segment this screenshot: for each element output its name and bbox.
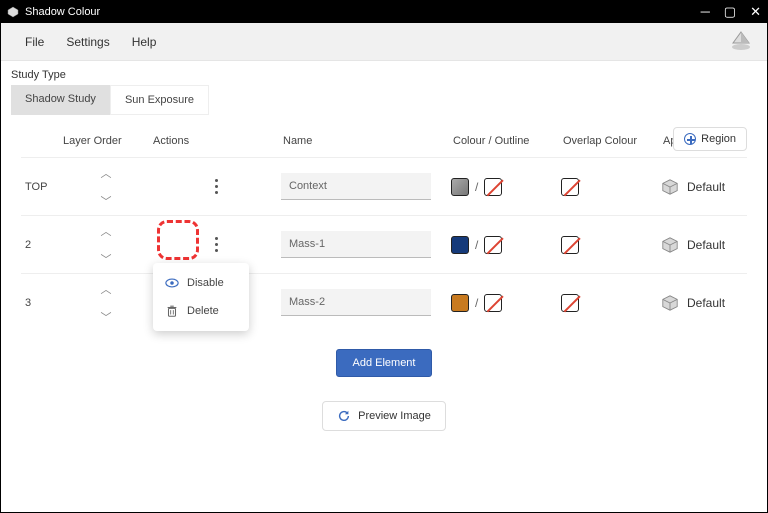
overlap-swatch[interactable] — [561, 294, 579, 312]
preview-image-label: Preview Image — [358, 410, 431, 422]
add-element-button[interactable]: Add Element — [336, 349, 433, 377]
popup-disable[interactable]: Disable — [153, 269, 249, 297]
move-down-icon[interactable]: ﹀ — [101, 193, 112, 209]
study-type-label: Study Type — [1, 61, 767, 85]
move-up-icon[interactable]: ︿ — [101, 281, 112, 297]
app-logo-icon — [729, 29, 753, 53]
move-up-icon[interactable]: ︿ — [101, 165, 112, 181]
trash-icon — [165, 304, 179, 318]
overlap-colour-group — [561, 236, 661, 254]
content-area: Layer Order Actions Name Colour / Outlin… — [1, 125, 767, 431]
row-index: TOP — [21, 181, 61, 193]
refresh-icon — [337, 409, 351, 423]
window-titlebar: Shadow Colour ─ ▢ ✕ — [1, 1, 767, 23]
slash-separator: / — [475, 296, 478, 310]
outline-swatch[interactable] — [484, 236, 502, 254]
row-index: 2 — [21, 239, 61, 251]
cube-icon — [661, 178, 679, 196]
actions-popup: Disable Delete — [153, 263, 249, 331]
menu-file[interactable]: File — [25, 35, 44, 49]
region-button[interactable]: Region — [673, 127, 747, 151]
move-down-icon[interactable]: ﹀ — [101, 309, 112, 325]
name-input[interactable] — [281, 289, 431, 316]
name-input[interactable] — [281, 173, 431, 200]
appearance-label: Default — [687, 180, 725, 194]
preview-image-button[interactable]: Preview Image — [322, 401, 446, 431]
popup-delete-label: Delete — [187, 305, 219, 317]
outline-swatch[interactable] — [484, 294, 502, 312]
appearance-cell[interactable]: Default — [661, 178, 768, 196]
move-down-icon[interactable]: ﹀ — [101, 251, 112, 267]
cube-icon — [661, 236, 679, 254]
maximize-button[interactable]: ▢ — [724, 4, 736, 20]
popup-disable-label: Disable — [187, 277, 224, 289]
actions-menu-button[interactable] — [202, 231, 230, 259]
col-colour-outline: Colour / Outline — [451, 135, 561, 147]
actions-menu-button[interactable] — [202, 173, 230, 201]
col-name: Name — [281, 135, 451, 147]
row-index: 3 — [21, 297, 61, 309]
layer-order-controls: ︿ ﹀ — [61, 281, 151, 325]
name-input[interactable] — [281, 231, 431, 258]
study-type-tabs: Shadow Study Sun Exposure — [1, 85, 767, 125]
colour-outline-group: / — [451, 178, 561, 196]
colour-outline-group: / — [451, 294, 561, 312]
colour-swatch[interactable] — [451, 178, 469, 196]
tab-sun-exposure[interactable]: Sun Exposure — [110, 85, 209, 115]
table-header: Layer Order Actions Name Colour / Outlin… — [21, 129, 747, 157]
overlap-colour-group — [561, 294, 661, 312]
window-controls: ─ ▢ ✕ — [701, 4, 761, 20]
app-icon — [7, 6, 19, 18]
table-row: 2 ︿ ﹀ / Default — [21, 215, 747, 273]
col-actions: Actions — [151, 135, 281, 147]
appearance-cell[interactable]: Default — [661, 294, 768, 312]
close-button[interactable]: ✕ — [750, 4, 761, 20]
overlap-swatch[interactable] — [561, 178, 579, 196]
overlap-swatch[interactable] — [561, 236, 579, 254]
outline-swatch[interactable] — [484, 178, 502, 196]
menu-help[interactable]: Help — [132, 35, 157, 49]
col-overlap-colour: Overlap Colour — [561, 135, 661, 147]
appearance-label: Default — [687, 238, 725, 252]
table-row: TOP ︿ ﹀ / Default — [21, 157, 747, 215]
region-button-label: Region — [701, 133, 736, 145]
eye-icon — [165, 276, 179, 290]
overlap-colour-group — [561, 178, 661, 196]
menubar: File Settings Help — [1, 23, 767, 61]
colour-swatch[interactable] — [451, 236, 469, 254]
layer-order-controls: ︿ ﹀ — [61, 223, 151, 267]
table-row: 3 ︿ ﹀ / Default — [21, 273, 747, 331]
slash-separator: / — [475, 238, 478, 252]
layer-order-controls: ︿ ﹀ — [61, 165, 151, 209]
minimize-button[interactable]: ─ — [701, 4, 710, 20]
colour-swatch[interactable] — [451, 294, 469, 312]
menu-settings[interactable]: Settings — [66, 35, 109, 49]
slash-separator: / — [475, 180, 478, 194]
appearance-label: Default — [687, 296, 725, 310]
window-title: Shadow Colour — [25, 6, 100, 18]
appearance-cell[interactable]: Default — [661, 236, 768, 254]
colour-outline-group: / — [451, 236, 561, 254]
popup-delete[interactable]: Delete — [153, 297, 249, 325]
col-layer-order: Layer Order — [61, 135, 151, 147]
plus-circle-icon — [684, 133, 696, 145]
tab-shadow-study[interactable]: Shadow Study — [11, 85, 110, 115]
cube-icon — [661, 294, 679, 312]
move-up-icon[interactable]: ︿ — [101, 223, 112, 239]
